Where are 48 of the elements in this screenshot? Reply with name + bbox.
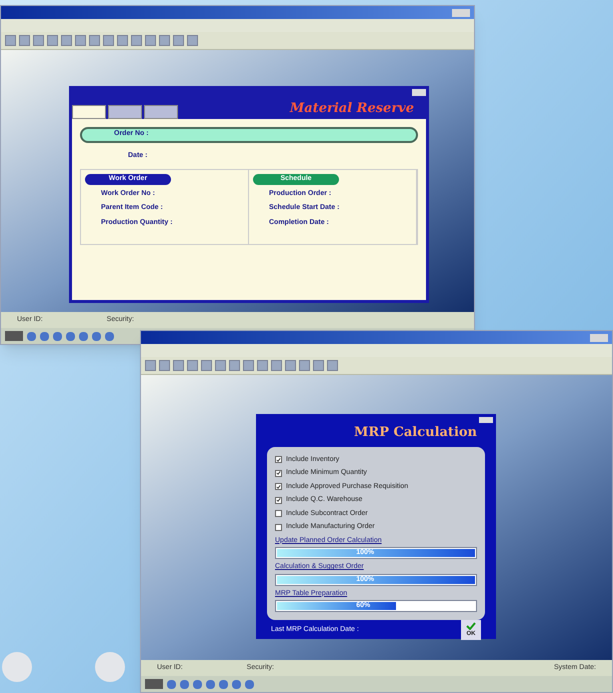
toolbar-icon[interactable]	[103, 35, 114, 46]
toolbar-icon[interactable]	[89, 35, 100, 46]
checkbox[interactable]	[275, 483, 282, 490]
toolbar-icon[interactable]	[173, 360, 184, 371]
toolbar-icon[interactable]	[5, 35, 16, 46]
toolbar-icon[interactable]	[117, 35, 128, 46]
tab[interactable]	[144, 104, 178, 118]
toolbar-icon[interactable]	[47, 35, 58, 46]
toolbar-icon[interactable]	[173, 35, 184, 46]
toolbar-icon[interactable]	[187, 360, 198, 371]
checkbox[interactable]	[275, 470, 282, 477]
toolbar-icon[interactable]	[131, 35, 142, 46]
toolbar-icon[interactable]	[19, 35, 30, 46]
dialog-heading: MRP Calculation	[354, 424, 477, 442]
checkmark-icon	[276, 497, 281, 504]
toolbar-icon[interactable]	[327, 360, 338, 371]
toolbar-icon[interactable]	[145, 360, 156, 371]
toolbar-icon[interactable]	[201, 360, 212, 371]
toolbar-icon[interactable]	[299, 360, 310, 371]
tab[interactable]	[108, 104, 142, 118]
toolbar-icon[interactable]	[159, 35, 170, 46]
checkmark-icon	[276, 456, 281, 463]
tab[interactable]	[72, 104, 106, 118]
toolbar-icon[interactable]	[187, 35, 198, 46]
circle-decoration	[95, 652, 125, 682]
toolbar-icon[interactable]	[215, 360, 226, 371]
start-icon[interactable]	[5, 331, 23, 341]
toolbar-icon[interactable]	[271, 360, 282, 371]
checkmark-icon	[276, 470, 281, 476]
toolbar-icon[interactable]	[61, 35, 72, 46]
toolbar-icon[interactable]	[243, 360, 254, 371]
toolbar-icon[interactable]	[229, 360, 240, 371]
checkbox[interactable]	[275, 496, 282, 504]
toolbar-icon[interactable]	[285, 360, 296, 371]
toolbar-icon[interactable]	[159, 360, 170, 371]
start-icon[interactable]	[145, 679, 163, 689]
checkmark-icon	[276, 484, 281, 490]
toolbar-icon[interactable]	[145, 35, 156, 46]
dialog-heading: Material Reserve	[290, 100, 414, 118]
toolbar-icon[interactable]	[75, 35, 86, 46]
toolbar-icon[interactable]	[257, 360, 268, 371]
toolbar-icon[interactable]	[313, 360, 324, 371]
checkbox[interactable]	[275, 524, 282, 531]
toolbar-icon[interactable]	[33, 35, 44, 46]
checkbox[interactable]	[275, 456, 282, 464]
checkbox[interactable]	[275, 510, 282, 518]
checkmark-icon	[466, 622, 476, 630]
circle-decoration	[2, 652, 32, 682]
